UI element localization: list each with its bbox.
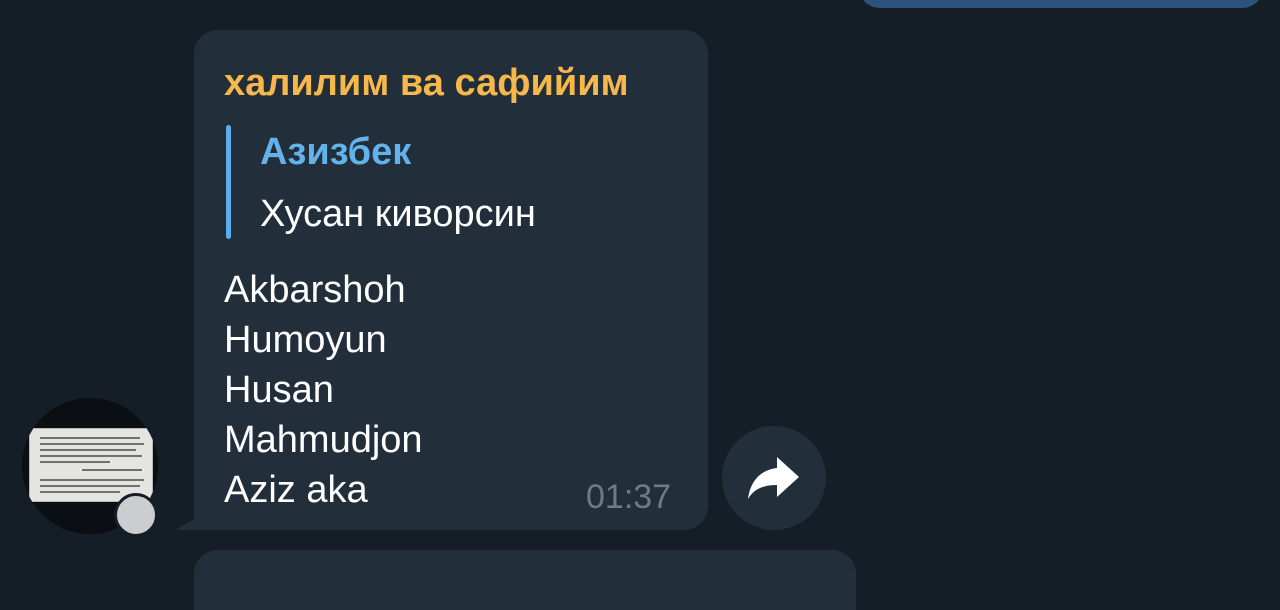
message-timestamp: 01:37: [586, 478, 672, 516]
message-line: Humoyun: [224, 319, 387, 361]
outgoing-message-bubble[interactable]: [858, 0, 1264, 8]
forward-arrow-icon: [748, 457, 799, 499]
forward-button[interactable]: [722, 426, 826, 530]
online-status-indicator: [114, 493, 158, 537]
next-message-bubble[interactable]: [194, 550, 856, 610]
message-text: Akbarshoh Humoyun Husan Mahmudjon Aziz a…: [224, 265, 423, 515]
reply-author: Азизбек: [260, 131, 412, 173]
message-line: Husan: [224, 369, 334, 411]
message-line: Aziz aka: [224, 469, 368, 511]
reply-accent-bar: [226, 125, 231, 239]
reply-quote[interactable]: Азизбек Хусан киворсин: [226, 125, 626, 239]
reply-text: Хусан киворсин: [260, 193, 536, 235]
message-line: Akbarshoh: [224, 269, 406, 311]
incoming-message-bubble[interactable]: халилим ва сафийим Азизбек Хусан киворси…: [194, 30, 708, 530]
avatar-photo-paper: [29, 428, 153, 502]
sender-name[interactable]: халилим ва сафийим: [224, 62, 629, 105]
message-line: Mahmudjon: [224, 419, 423, 461]
